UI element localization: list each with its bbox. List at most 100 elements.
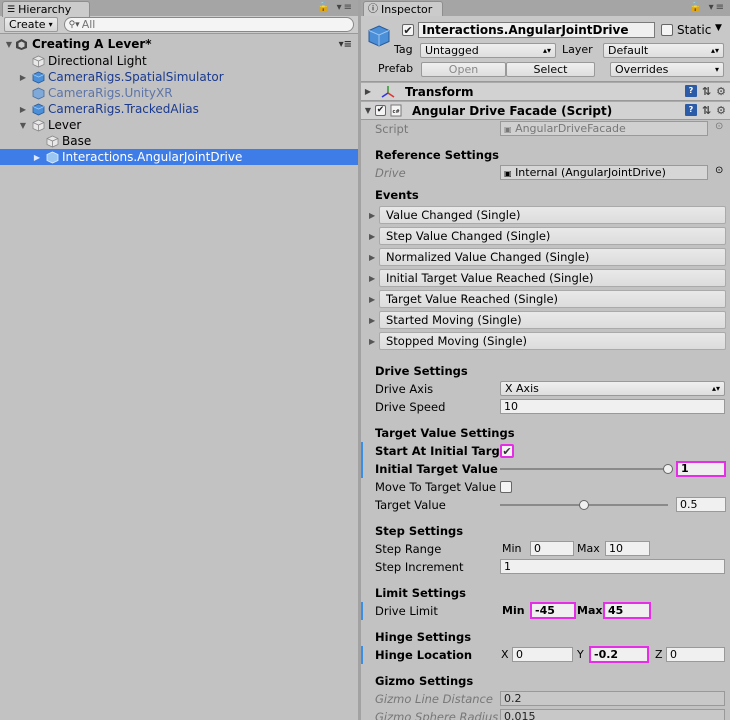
open-button[interactable]: Open xyxy=(421,62,506,77)
list-item[interactable]: Directional Light xyxy=(0,53,358,69)
event-normalized-value-changed[interactable]: ▶ Normalized Value Changed (Single) xyxy=(369,247,726,267)
drive-field[interactable]: ▣ Internal (AngularJointDrive) xyxy=(500,165,708,180)
expand-icon[interactable]: ▶ xyxy=(32,153,42,162)
active-checkbox[interactable]: ✔ xyxy=(402,24,414,36)
unity-scene-icon xyxy=(14,38,28,51)
script-icon: c# xyxy=(390,104,404,117)
hinge-location-label: Hinge Location xyxy=(375,648,473,662)
preset-icon[interactable]: ⇅ xyxy=(702,85,711,98)
expand-icon[interactable]: ▶ xyxy=(369,232,379,241)
tag-dropdown[interactable]: Untagged ▴▾ xyxy=(420,43,556,58)
scene-menu-icon[interactable]: ▾≡ xyxy=(339,39,352,50)
event-initial-target-reached[interactable]: ▶ Initial Target Value Reached (Single) xyxy=(369,268,726,288)
event-started-moving[interactable]: ▶ Started Moving (Single) xyxy=(369,310,726,330)
step-max-field[interactable]: 10 xyxy=(605,541,650,556)
transform-component-header[interactable]: ▶ Transform ? ⇅ ⚙ xyxy=(361,82,730,101)
expand-icon[interactable]: ▶ xyxy=(369,274,379,283)
move-to-target-checkbox[interactable] xyxy=(500,481,512,493)
hierarchy-search[interactable]: ⚲▾ xyxy=(63,17,354,32)
event-label: Started Moving (Single) xyxy=(379,311,726,329)
expand-icon[interactable]: ▶ xyxy=(18,105,28,114)
list-item[interactable]: ▼ Lever xyxy=(0,117,358,133)
event-stopped-moving[interactable]: ▶ Stopped Moving (Single) xyxy=(369,331,726,351)
search-input[interactable] xyxy=(81,18,353,31)
drive-axis-value: X Axis xyxy=(505,382,539,395)
expand-icon[interactable]: ▶ xyxy=(369,337,379,346)
expand-icon[interactable]: ▶ xyxy=(369,316,379,325)
hinge-x-field[interactable]: 0 xyxy=(512,647,573,662)
list-item[interactable]: ▶ CameraRigs.TrackedAlias xyxy=(0,101,358,117)
limit-min-field[interactable]: -45 xyxy=(530,602,576,619)
move-to-target-label: Move To Target Value xyxy=(375,480,497,494)
select-button[interactable]: Select xyxy=(506,62,595,77)
list-item[interactable]: CameraRigs.UnityXR xyxy=(0,85,358,101)
drive-limit-label: Drive Limit xyxy=(375,604,438,618)
tag-value: Untagged xyxy=(425,44,479,57)
create-button-label: Create xyxy=(9,18,46,31)
overrides-dropdown[interactable]: Overrides ▾ xyxy=(610,62,724,77)
gear-icon[interactable]: ⚙ xyxy=(716,85,726,98)
expand-icon[interactable]: ▶ xyxy=(18,73,28,82)
gizmo-line-distance-row: Gizmo Line Distance 0.2 xyxy=(361,690,730,708)
target-value-field[interactable]: 0.5 xyxy=(676,497,726,512)
hinge-z-field[interactable]: 0 xyxy=(666,647,725,662)
reference-settings-heading: Reference Settings xyxy=(375,148,500,162)
layer-dropdown[interactable]: Default ▴▾ xyxy=(603,43,724,58)
expand-icon[interactable]: ▶ xyxy=(361,87,375,96)
item-label: Interactions.AngularJointDrive xyxy=(62,150,243,164)
list-item-selected[interactable]: ▶ Interactions.AngularJointDrive xyxy=(0,149,358,165)
expand-icon[interactable]: ▶ xyxy=(369,253,379,262)
event-label: Step Value Changed (Single) xyxy=(379,227,726,245)
object-small-icon: ▣ xyxy=(504,169,512,178)
scene-row[interactable]: ▼ Creating A Lever* ▾≡ xyxy=(0,35,358,53)
limit-min-label: Min xyxy=(502,604,525,617)
object-picker-icon[interactable]: ⊙ xyxy=(715,121,723,132)
object-name-field[interactable]: Interactions.AngularJointDrive xyxy=(418,22,655,38)
event-target-reached[interactable]: ▶ Target Value Reached (Single) xyxy=(369,289,726,309)
list-icon: ☰ xyxy=(7,4,16,15)
drive-axis-dropdown[interactable]: X Axis ▴▾ xyxy=(500,381,725,396)
chevron-down-icon[interactable]: ▼ xyxy=(715,23,722,33)
initial-target-slider-track[interactable] xyxy=(500,468,668,470)
list-item[interactable]: Base xyxy=(0,133,358,149)
hinge-y-label: Y xyxy=(577,648,584,661)
create-button[interactable]: Create ▾ xyxy=(4,17,58,32)
object-picker-icon[interactable]: ⊙ xyxy=(715,165,723,176)
component-enabled-checkbox[interactable]: ✔ xyxy=(375,105,386,116)
collapse-icon[interactable]: ▼ xyxy=(361,106,375,115)
collapse-icon[interactable]: ▼ xyxy=(18,121,28,130)
event-value-changed[interactable]: ▶ Value Changed (Single) xyxy=(369,205,726,225)
tab-menu-icons[interactable]: 🔒 ▾≡ xyxy=(317,2,354,13)
inspector-tab[interactable]: ⓘ Inspector xyxy=(363,1,443,17)
list-item[interactable]: ▶ CameraRigs.SpatialSimulator xyxy=(0,69,358,85)
gear-icon[interactable]: ⚙ xyxy=(716,104,726,117)
tab-menu-icons[interactable]: 🔒 ▾≡ xyxy=(689,2,726,13)
expand-icon[interactable]: ▼ xyxy=(4,40,14,49)
hierarchy-tab[interactable]: ☰ Hierarchy xyxy=(2,1,90,17)
help-book-icon[interactable]: ? xyxy=(684,85,697,97)
event-label: Target Value Reached (Single) xyxy=(379,290,726,308)
expand-icon[interactable]: ▶ xyxy=(369,211,379,220)
event-step-value-changed[interactable]: ▶ Step Value Changed (Single) xyxy=(369,226,726,246)
initial-target-slider-thumb[interactable] xyxy=(663,464,673,474)
help-book-icon[interactable]: ? xyxy=(684,104,697,116)
static-checkbox[interactable] xyxy=(661,24,673,36)
drive-speed-field[interactable]: 10 xyxy=(500,399,725,414)
target-slider-thumb[interactable] xyxy=(579,500,589,510)
start-at-initial-checkbox[interactable]: ✔ xyxy=(500,444,514,458)
prefab-large-icon xyxy=(367,24,391,51)
step-increment-field[interactable]: 1 xyxy=(500,559,725,574)
step-min-field[interactable]: 0 xyxy=(530,541,574,556)
preset-icon[interactable]: ⇅ xyxy=(702,104,711,117)
script-component-header[interactable]: ▼ ✔ c# Angular Drive Facade (Script) ? ⇅… xyxy=(361,101,730,120)
limit-max-field[interactable]: 45 xyxy=(603,602,651,619)
hinge-y-field[interactable]: -0.2 xyxy=(589,646,649,663)
initial-target-value-field[interactable]: 1 xyxy=(676,461,726,477)
target-value-label: Target Value xyxy=(375,498,446,512)
step-settings-heading: Step Settings xyxy=(375,524,464,538)
component-label: Angular Drive Facade (Script) xyxy=(412,103,613,118)
prefab-icon xyxy=(32,71,45,84)
expand-icon[interactable]: ▶ xyxy=(369,295,379,304)
